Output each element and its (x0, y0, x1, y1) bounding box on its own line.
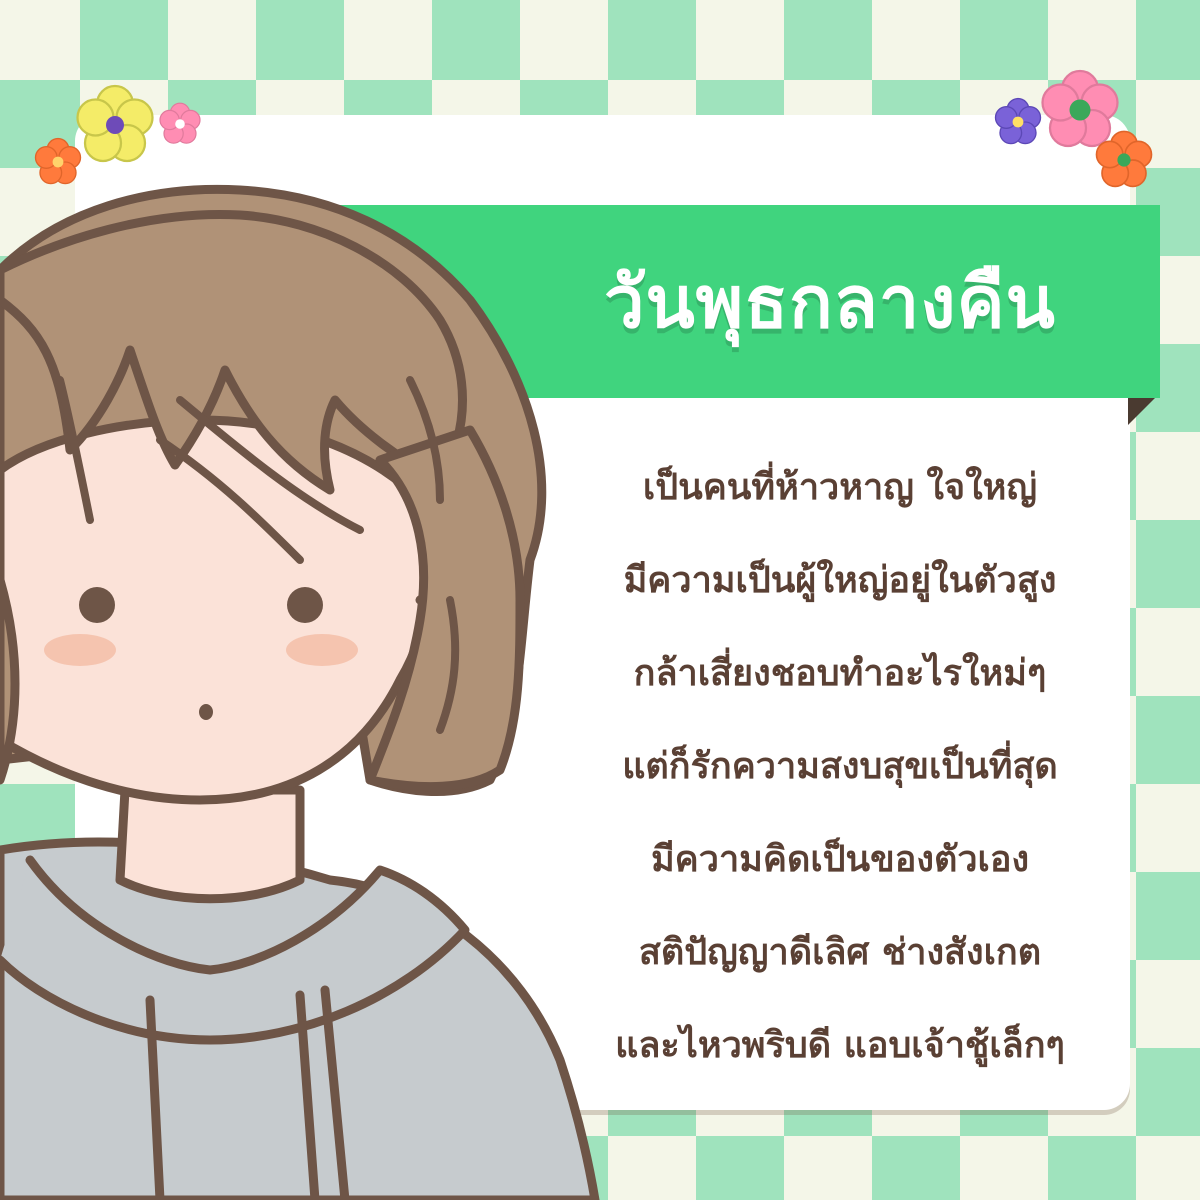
flower-icon (159, 102, 201, 144)
flower-decorations (34, 69, 1153, 188)
flower-icon (76, 84, 154, 163)
flower-icon (1041, 69, 1119, 148)
flower-icon (34, 137, 82, 185)
flower-icon (994, 97, 1042, 145)
